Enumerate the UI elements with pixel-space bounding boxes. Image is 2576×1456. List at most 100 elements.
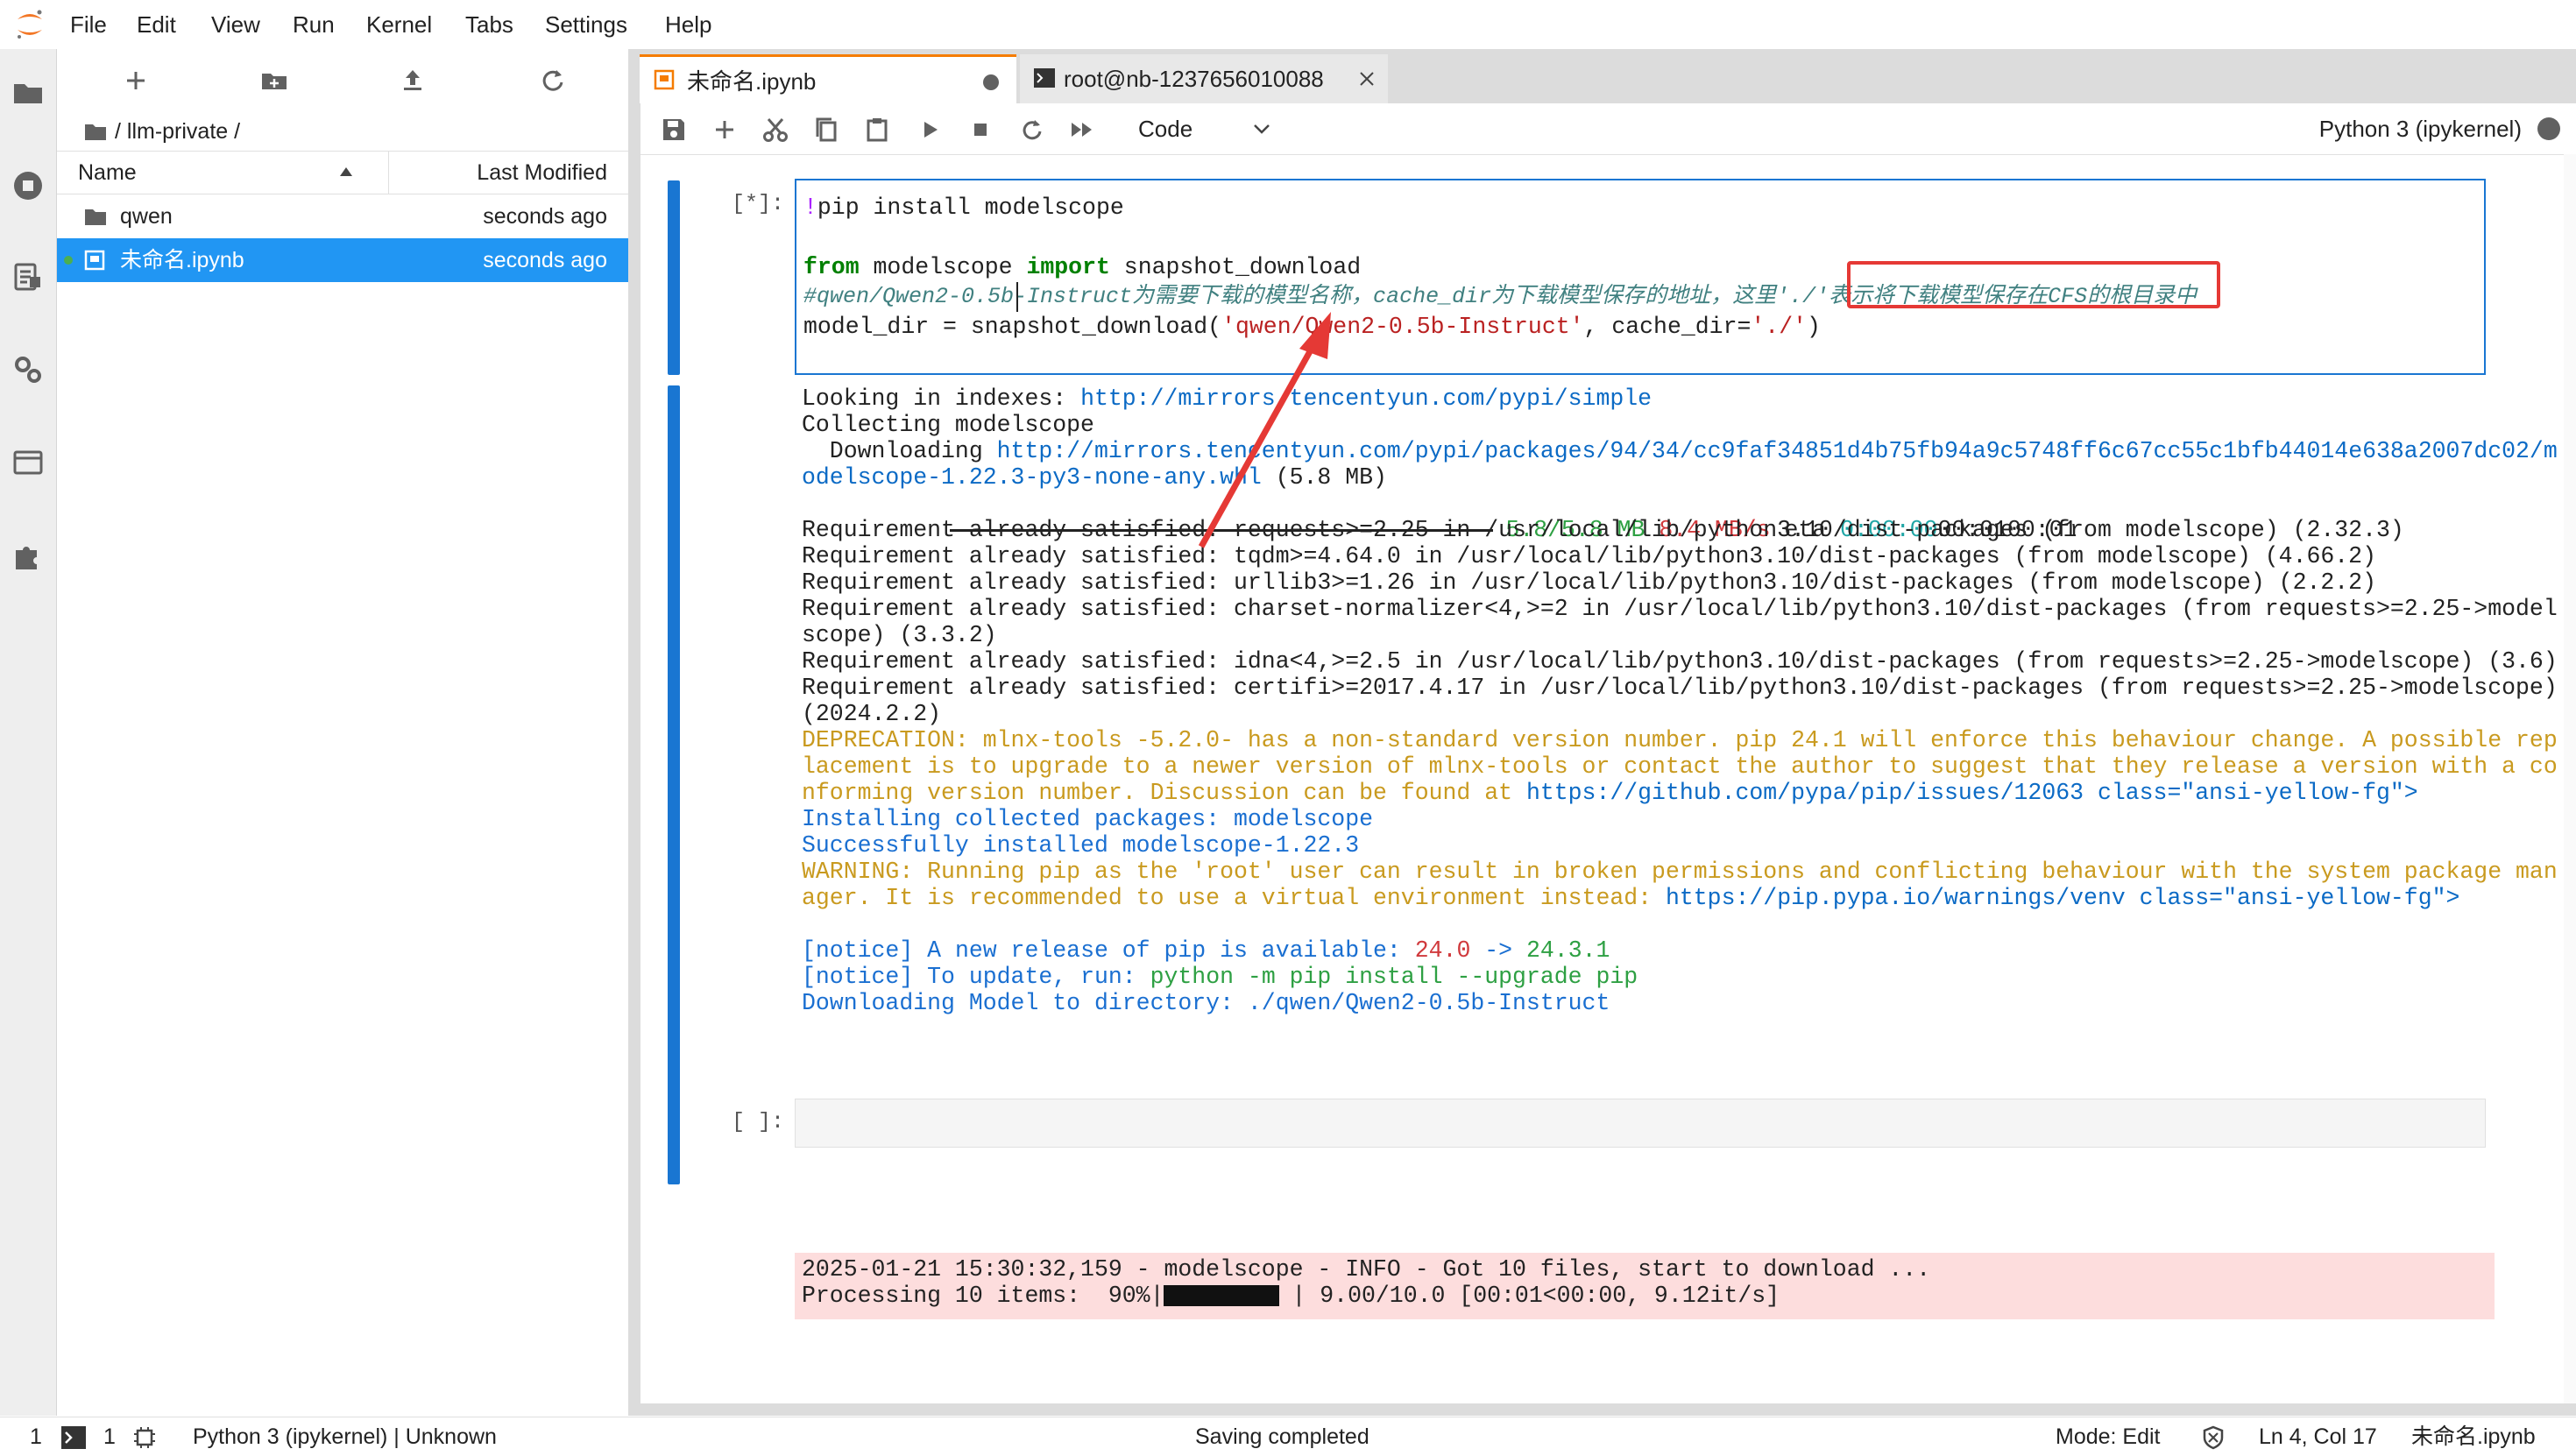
menu-tabs[interactable]: Tabs — [465, 0, 513, 49]
download-progress-line: 5.8/5.8 MB 8.4 MB/s eta 0:00:0000:0100:0… — [802, 491, 2077, 543]
column-last-modified[interactable]: Last Modified — [477, 152, 607, 194]
empty-code-cell[interactable] — [795, 1099, 2486, 1148]
refresh-icon[interactable] — [534, 61, 572, 100]
output-text: -> — [1470, 937, 1526, 964]
kernel-name[interactable]: Python 3 (ipykernel) — [2319, 103, 2522, 154]
extensions-icon[interactable] — [11, 538, 46, 573]
paste-icon[interactable] — [861, 114, 893, 145]
folder-icon[interactable] — [83, 121, 108, 142]
restart-icon[interactable] — [1016, 114, 1047, 145]
new-launcher-icon[interactable] — [117, 61, 155, 100]
file-row-qwen[interactable]: qwen seconds ago — [57, 194, 628, 238]
input-prompt: [*]: — [732, 191, 785, 216]
file-browser: / llm-private / Name Last Modified qwen … — [57, 49, 628, 1416]
save-status: Saving completed — [1195, 1424, 1369, 1449]
menu-settings[interactable]: Settings — [545, 0, 627, 49]
output-link[interactable]: https://github.com/pypa/pip/issues/12063… — [1526, 780, 2418, 806]
code-editor[interactable]: !pip install modelscope from modelscope … — [795, 179, 2486, 375]
upload-icon[interactable] — [393, 61, 432, 100]
terminal-icon — [1034, 68, 1055, 88]
commands-icon[interactable] — [11, 259, 46, 294]
warning-line: WARNING: Running pip as the 'root' user … — [802, 859, 2558, 885]
add-cell-icon[interactable] — [709, 114, 740, 145]
save-icon[interactable] — [658, 114, 690, 145]
status-filename: 未命名.ipynb — [2411, 1424, 2536, 1449]
output-line: Successfully installed modelscope-1.22.3 — [802, 832, 1360, 859]
fast-forward-icon[interactable] — [1066, 114, 1098, 145]
tabs-icon[interactable] — [11, 445, 46, 480]
output-line: Requirement already satisfied: urllib3>=… — [802, 569, 2376, 596]
terminals-count[interactable]: 1 — [30, 1417, 42, 1456]
output-link[interactable]: https://pip.pypa.io/warnings/venv class=… — [1666, 885, 2459, 911]
output-link[interactable]: http://mirrors.tencentyun.com/pypi/simpl… — [1080, 385, 1652, 412]
breadcrumb-path[interactable]: / llm-private / — [115, 114, 240, 149]
kernel-icon[interactable] — [133, 1426, 156, 1449]
tab-terminal[interactable]: root@nb-1237656010088 — [1020, 54, 1388, 103]
code-line-1: !pip install modelscope — [803, 193, 1124, 223]
trusted-shield-icon[interactable] — [2201, 1425, 2226, 1450]
output-line: Installing collected packages: modelscop… — [802, 806, 1374, 832]
code-text: snapshot_download — [1109, 254, 1362, 280]
sort-ascending-icon[interactable] — [339, 166, 353, 178]
output-line: Requirement already satisfied: idna<4,>=… — [802, 648, 2558, 675]
file-modified: seconds ago — [483, 248, 607, 272]
input-collapser[interactable] — [668, 180, 680, 375]
menu-view[interactable]: View — [211, 0, 260, 49]
menu-help[interactable]: Help — [665, 0, 711, 49]
menu-run[interactable]: Run — [293, 0, 335, 49]
notice-line: [notice] A new release of pip is availab… — [802, 937, 1610, 964]
tab-notebook[interactable]: 未命名.ipynb — [640, 54, 1016, 103]
cell-type-select[interactable]: Code — [1138, 103, 1192, 154]
stop-icon[interactable] — [965, 114, 996, 145]
output-line: scope) (3.3.2) — [802, 622, 997, 648]
activity-bar — [0, 49, 57, 1416]
jupyter-logo-icon[interactable] — [12, 7, 47, 42]
output-line: Requirement already satisfied: certifi>=… — [802, 675, 2558, 701]
output-text: Processing 10 items: 90%| — [802, 1283, 1164, 1309]
menu-file[interactable]: File — [70, 0, 107, 49]
scrollbar[interactable] — [2564, 154, 2576, 1403]
cut-icon[interactable] — [760, 114, 791, 145]
copy-icon[interactable] — [810, 114, 842, 145]
menu-edit[interactable]: Edit — [137, 0, 176, 49]
deprecation-line: DEPRECATION: mlnx-tools -5.2.0- has a no… — [802, 727, 2558, 753]
old-version: 24.0 — [1414, 937, 1471, 964]
run-icon[interactable] — [914, 114, 945, 145]
folder-icon — [85, 209, 106, 225]
property-inspector-icon[interactable] — [11, 352, 46, 387]
output-line: Requirement already satisfied: charset-n… — [802, 596, 2558, 622]
notice-line: [notice] To update, run: python -m pip i… — [802, 964, 1638, 990]
editor-mode[interactable]: Mode: Edit — [2056, 1417, 2161, 1456]
output-text: To update, run: — [913, 964, 1150, 990]
string-cache-dir: './' — [1751, 314, 1808, 340]
stderr-output: 2025-01-21 15:30:32,159 - modelscope - I… — [795, 1253, 2495, 1319]
sidebar-resize-handle[interactable] — [628, 49, 639, 1416]
notebook-icon — [654, 69, 675, 90]
bang-operator: ! — [803, 194, 817, 221]
output-line: Downloading Model to directory: ./qwen/Q… — [802, 990, 1610, 1016]
output-text: ager. It is recommended to use a virtual… — [802, 885, 1666, 911]
file-row-notebook[interactable]: 未命名.ipynb seconds ago — [57, 238, 628, 282]
notebook-toolbar: Code Python 3 (ipykernel) — [640, 103, 2576, 155]
output-line: Requirement already satisfied: tqdm>=4.6… — [802, 543, 2376, 569]
folder-icon[interactable] — [11, 75, 46, 110]
column-name[interactable]: Name — [78, 152, 137, 194]
new-folder-icon[interactable] — [255, 61, 294, 100]
kernel-status[interactable]: Python 3 (ipykernel) | Unknown — [193, 1417, 497, 1456]
close-icon[interactable] — [1358, 70, 1376, 88]
kernels-count[interactable]: 1 — [103, 1417, 116, 1456]
output-collapser[interactable] — [668, 385, 680, 1184]
code-text: pip install modelscope — [817, 194, 1124, 221]
running-indicator — [64, 256, 73, 265]
code-text: modelscope — [859, 254, 1027, 280]
menu-kernel[interactable]: Kernel — [366, 0, 432, 49]
running-icon[interactable] — [11, 168, 46, 203]
chevron-down-icon[interactable] — [1252, 122, 1271, 136]
notice-tag: [notice] — [802, 964, 914, 990]
deprecation-line: nforming version number. Discussion can … — [802, 780, 2418, 806]
cursor-position[interactable]: Ln 4, Col 17 — [2259, 1417, 2377, 1456]
empty-cell-prompt: [ ]: — [732, 1109, 785, 1134]
output-text: Downloading — [802, 438, 997, 464]
unsaved-dot-icon[interactable] — [983, 74, 999, 90]
terminal-icon[interactable] — [61, 1426, 86, 1449]
